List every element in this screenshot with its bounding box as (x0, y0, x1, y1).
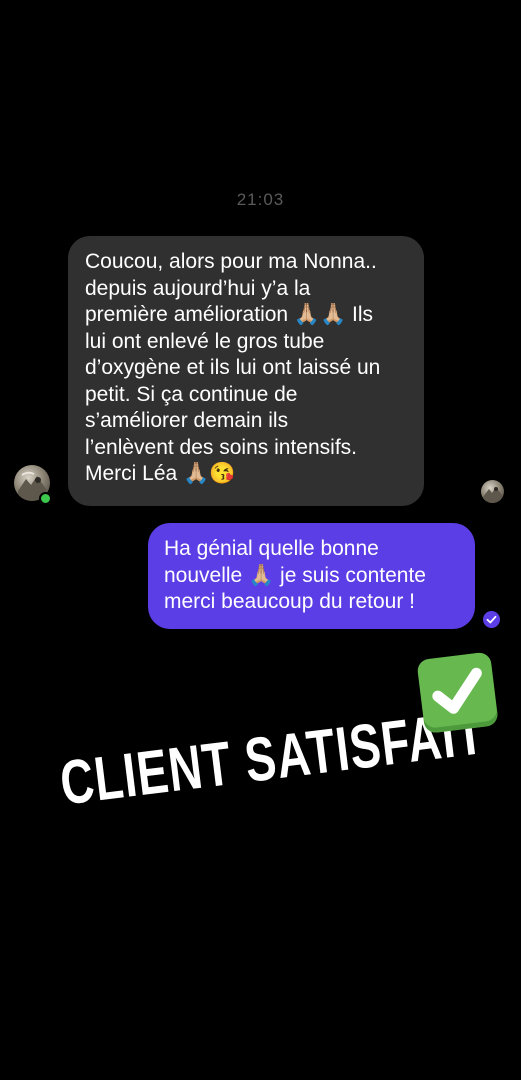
incoming-message-bubble[interactable]: Coucou, alors pour ma Nonna.. depuis auj… (68, 236, 424, 506)
white-check-mark-icon (416, 651, 499, 734)
read-receipt-icon (483, 611, 500, 628)
outgoing-message-bubble[interactable]: Ha génial quelle bonne nouvelle 🙏🏼 je su… (148, 523, 475, 629)
seen-by-avatar (481, 480, 504, 503)
client-satisfied-sticker: CLIENT SATISFAIT (39, 631, 521, 857)
message-timestamp: 21:03 (236, 190, 285, 209)
online-status-indicator (39, 492, 52, 505)
